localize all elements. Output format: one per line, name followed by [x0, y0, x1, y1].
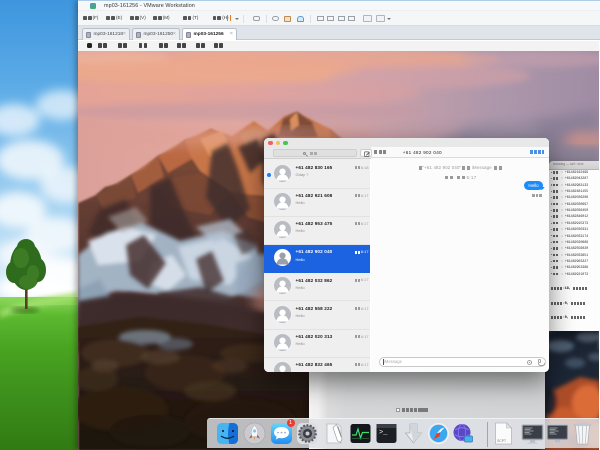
svg-text:>_: >_ [379, 429, 388, 437]
svg-text:SCPT: SCPT [497, 439, 506, 443]
